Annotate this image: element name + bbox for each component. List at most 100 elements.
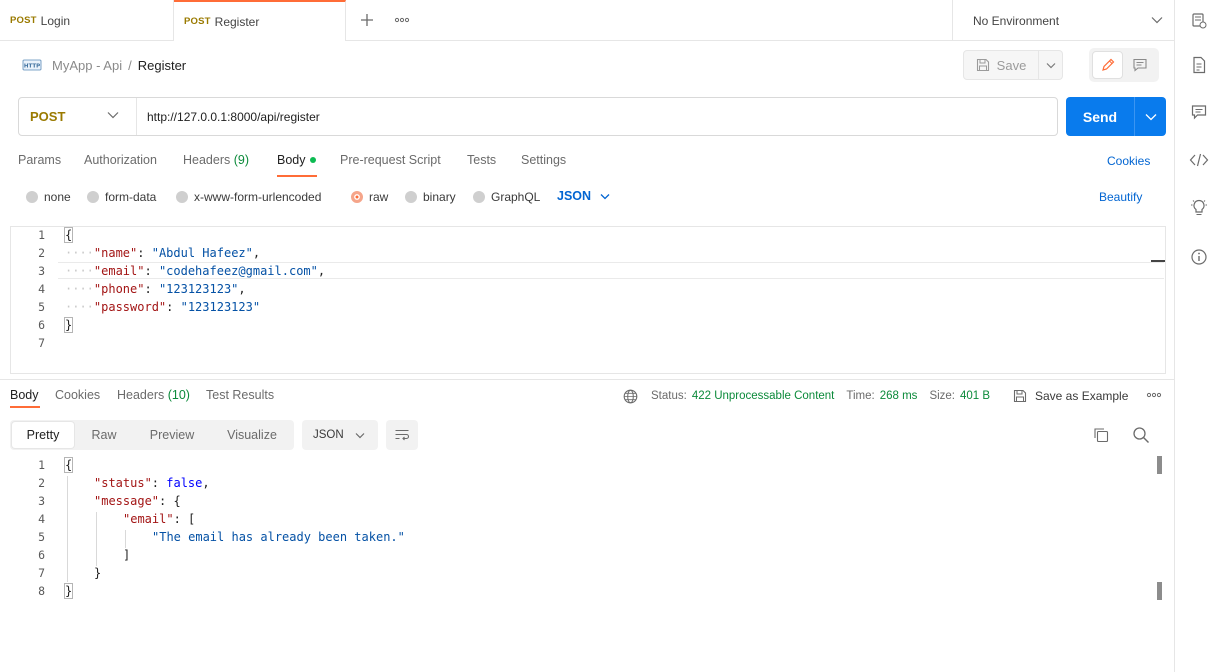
docs-icon[interactable] xyxy=(1189,55,1209,75)
code-line: ····"email": "codehafeez@gmail.com", xyxy=(65,264,326,278)
edit-mode-button[interactable] xyxy=(1092,51,1123,79)
svg-text:HTTP: HTTP xyxy=(24,64,40,70)
code-line: "message": { xyxy=(94,494,181,508)
method-value: POST xyxy=(30,109,66,124)
code-line: ····"name": "Abdul Hafeez", xyxy=(65,246,261,260)
globe-icon[interactable] xyxy=(623,389,638,404)
tab-authorization[interactable]: Authorization xyxy=(84,153,157,175)
chevron-down-icon xyxy=(1046,62,1055,68)
tab-label: Login xyxy=(40,13,71,28)
pane-divider[interactable] xyxy=(0,379,1174,380)
editor-scroll-marker xyxy=(1151,260,1165,262)
chevron-down-icon xyxy=(600,193,610,199)
method-select[interactable]: POST xyxy=(19,98,137,135)
view-preview[interactable]: Preview xyxy=(138,422,206,448)
radio-x-www-form-urlencoded[interactable]: x-www-form-urlencoded xyxy=(176,189,321,205)
view-raw[interactable]: Raw xyxy=(80,422,128,448)
scrollbar-marker[interactable] xyxy=(1157,456,1162,474)
headers-count: (9) xyxy=(233,153,250,167)
status-value[interactable]: 422 Unprocessable Content xyxy=(692,390,835,402)
right-sidebar xyxy=(1174,0,1222,672)
code-brace: } xyxy=(63,317,74,333)
size-value[interactable]: 401 B xyxy=(960,390,990,402)
tab-body[interactable]: Body xyxy=(277,153,316,175)
chevron-down-icon xyxy=(1151,17,1163,24)
send-button[interactable]: Send xyxy=(1066,97,1134,136)
indent-guide xyxy=(125,530,126,548)
line-number: 3 xyxy=(38,494,45,508)
pencil-icon xyxy=(1101,58,1114,71)
radio-binary[interactable]: binary xyxy=(405,189,456,205)
indent-guide xyxy=(96,512,97,566)
tab-label: Body xyxy=(277,153,306,167)
tab-tests[interactable]: Tests xyxy=(467,153,496,175)
view-pretty[interactable]: Pretty xyxy=(12,422,74,448)
response-tab-cookies[interactable]: Cookies xyxy=(55,388,100,402)
breadcrumb: HTTP MyApp - Api / Register xyxy=(22,53,186,77)
collection-link[interactable]: MyApp - Api xyxy=(52,58,122,73)
comments-icon[interactable] xyxy=(1189,102,1209,122)
response-more-icon[interactable] xyxy=(1146,388,1162,403)
radio-label: form-data xyxy=(105,190,157,204)
more-tabs-icon[interactable] xyxy=(394,14,410,26)
response-view-switcher: Pretty Raw Preview Visualize xyxy=(10,420,294,450)
url-input[interactable]: http://127.0.0.1:8000/api/register xyxy=(147,98,320,135)
indent-guide xyxy=(67,476,68,582)
new-tab-icon[interactable] xyxy=(358,11,376,29)
response-format-select[interactable]: JSON xyxy=(302,420,378,450)
environment-selector[interactable]: No Environment xyxy=(952,0,1174,41)
beautify-link[interactable]: Beautify xyxy=(1099,190,1142,204)
radio-none[interactable]: none xyxy=(26,189,71,205)
response-tab-headers[interactable]: Headers (10) xyxy=(117,388,190,402)
tab-label: Register xyxy=(214,14,260,29)
tab-label: Cookies xyxy=(55,388,101,402)
response-tab-test-results[interactable]: Test Results xyxy=(206,388,274,402)
radio-form-data[interactable]: form-data xyxy=(87,189,156,205)
radio-raw[interactable]: raw xyxy=(351,189,388,205)
save-dropdown-button[interactable] xyxy=(1039,50,1063,80)
body-format-value: JSON xyxy=(557,189,592,203)
response-tab-body[interactable]: Body xyxy=(10,388,39,402)
body-format-select[interactable]: JSON xyxy=(557,189,610,203)
tab-label: Headers xyxy=(183,153,231,167)
line-number: 5 xyxy=(38,300,45,314)
send-dropdown-button[interactable] xyxy=(1134,97,1166,136)
copy-icon[interactable] xyxy=(1092,426,1112,446)
tab-pre-request-script[interactable]: Pre-request Script xyxy=(340,153,441,175)
wrap-icon xyxy=(395,429,410,441)
wrap-lines-button[interactable] xyxy=(386,420,418,450)
tab-register[interactable]: POST Register xyxy=(174,0,346,41)
tab-label: Body xyxy=(10,388,39,402)
request-name[interactable]: Register xyxy=(138,58,186,73)
code-line: ] xyxy=(123,548,131,562)
view-visualize[interactable]: Visualize xyxy=(216,422,288,448)
search-icon[interactable] xyxy=(1132,426,1152,446)
radio-circle xyxy=(405,191,417,203)
lightbulb-icon[interactable] xyxy=(1189,198,1209,218)
radio-graphql[interactable]: GraphQL xyxy=(473,189,540,205)
tab-settings[interactable]: Settings xyxy=(521,153,566,175)
tab-headers[interactable]: Headers (9) xyxy=(183,153,249,175)
code-line: "email": [ xyxy=(123,512,196,526)
active-tab-indicator xyxy=(277,175,317,177)
radio-circle xyxy=(176,191,188,203)
code-brace: } xyxy=(63,583,74,599)
info-icon[interactable] xyxy=(1189,247,1209,267)
time-value[interactable]: 268 ms xyxy=(880,390,918,402)
save-as-example-button[interactable]: Save as Example xyxy=(1013,386,1128,406)
size-label: Size: xyxy=(929,390,956,402)
code-line: ····"password": "123123123" xyxy=(65,300,261,314)
api-icon[interactable] xyxy=(1189,11,1209,31)
tab-login[interactable]: POST Login xyxy=(0,0,174,41)
code-icon[interactable] xyxy=(1189,150,1209,170)
cookies-link[interactable]: Cookies xyxy=(1107,154,1150,168)
tab-params[interactable]: Params xyxy=(18,153,61,175)
save-example-label: Save as Example xyxy=(1035,389,1129,403)
breadcrumb-separator: / xyxy=(128,57,132,73)
radio-circle xyxy=(473,191,485,203)
comment-mode-button[interactable] xyxy=(1124,51,1155,79)
save-button[interactable]: Save xyxy=(963,50,1039,80)
status-label: Status: xyxy=(651,390,687,402)
tab-method: POST xyxy=(10,15,37,26)
scrollbar-marker[interactable] xyxy=(1157,582,1162,600)
